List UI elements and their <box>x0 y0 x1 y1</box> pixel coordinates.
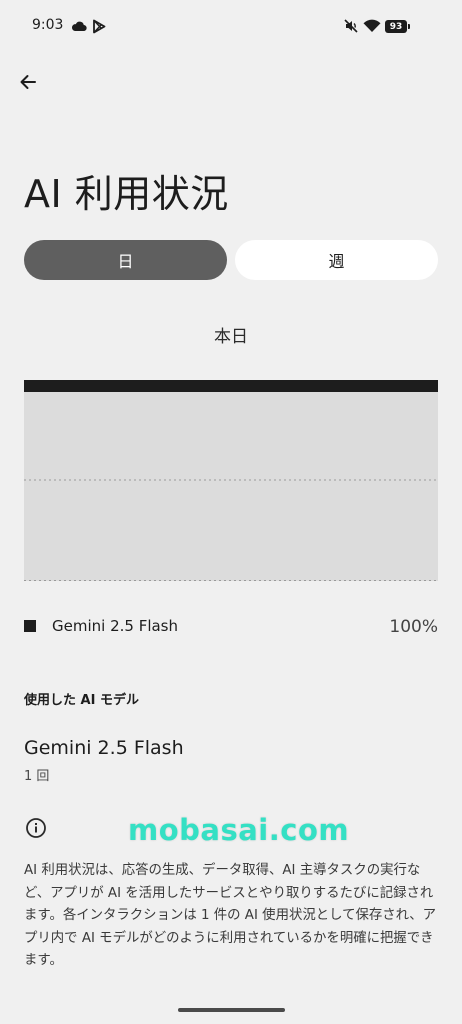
usage-chart <box>24 380 438 581</box>
chart-bar-segment <box>24 380 438 392</box>
legend-label: Gemini 2.5 Flash <box>52 617 179 635</box>
info-icon <box>26 818 46 838</box>
ai-usage-screen: 9:03 93 AI 利用状況 日 週 本日 Gemini 2.5 Flash … <box>0 0 462 1024</box>
tab-day-label: 日 <box>117 252 134 271</box>
status-bar: 9:03 93 <box>0 0 462 54</box>
status-time: 9:03 <box>32 17 64 33</box>
mute-icon <box>342 17 360 35</box>
model-name: Gemini 2.5 Flash <box>24 737 184 759</box>
models-section-title: 使用した AI モデル <box>24 693 139 708</box>
battery-icon: 93 <box>385 20 410 33</box>
tab-week-label: 週 <box>328 252 345 271</box>
info-description: AI 利用状況は、応答の生成、データ取得、AI 主導タスクの実行など、アプリが … <box>24 863 436 968</box>
wifi-icon <box>363 17 381 35</box>
model-list-item[interactable]: Gemini 2.5 Flash 1 回 <box>0 728 462 788</box>
play-store-icon <box>90 17 108 35</box>
page-title: AI 利用状況 <box>24 172 229 216</box>
watermark: mobasai.com <box>128 813 350 847</box>
back-button[interactable] <box>14 68 42 96</box>
model-usage-count: 1 回 <box>24 769 50 784</box>
period-label: 本日 <box>214 327 248 347</box>
arrow-left-icon <box>20 75 36 89</box>
tab-day[interactable]: 日 <box>24 240 227 280</box>
legend-swatch <box>24 620 36 632</box>
legend-percentage: 100% <box>389 617 438 637</box>
cloud-icon <box>70 17 88 35</box>
tab-week[interactable]: 週 <box>235 240 438 280</box>
home-indicator[interactable] <box>178 1008 285 1012</box>
